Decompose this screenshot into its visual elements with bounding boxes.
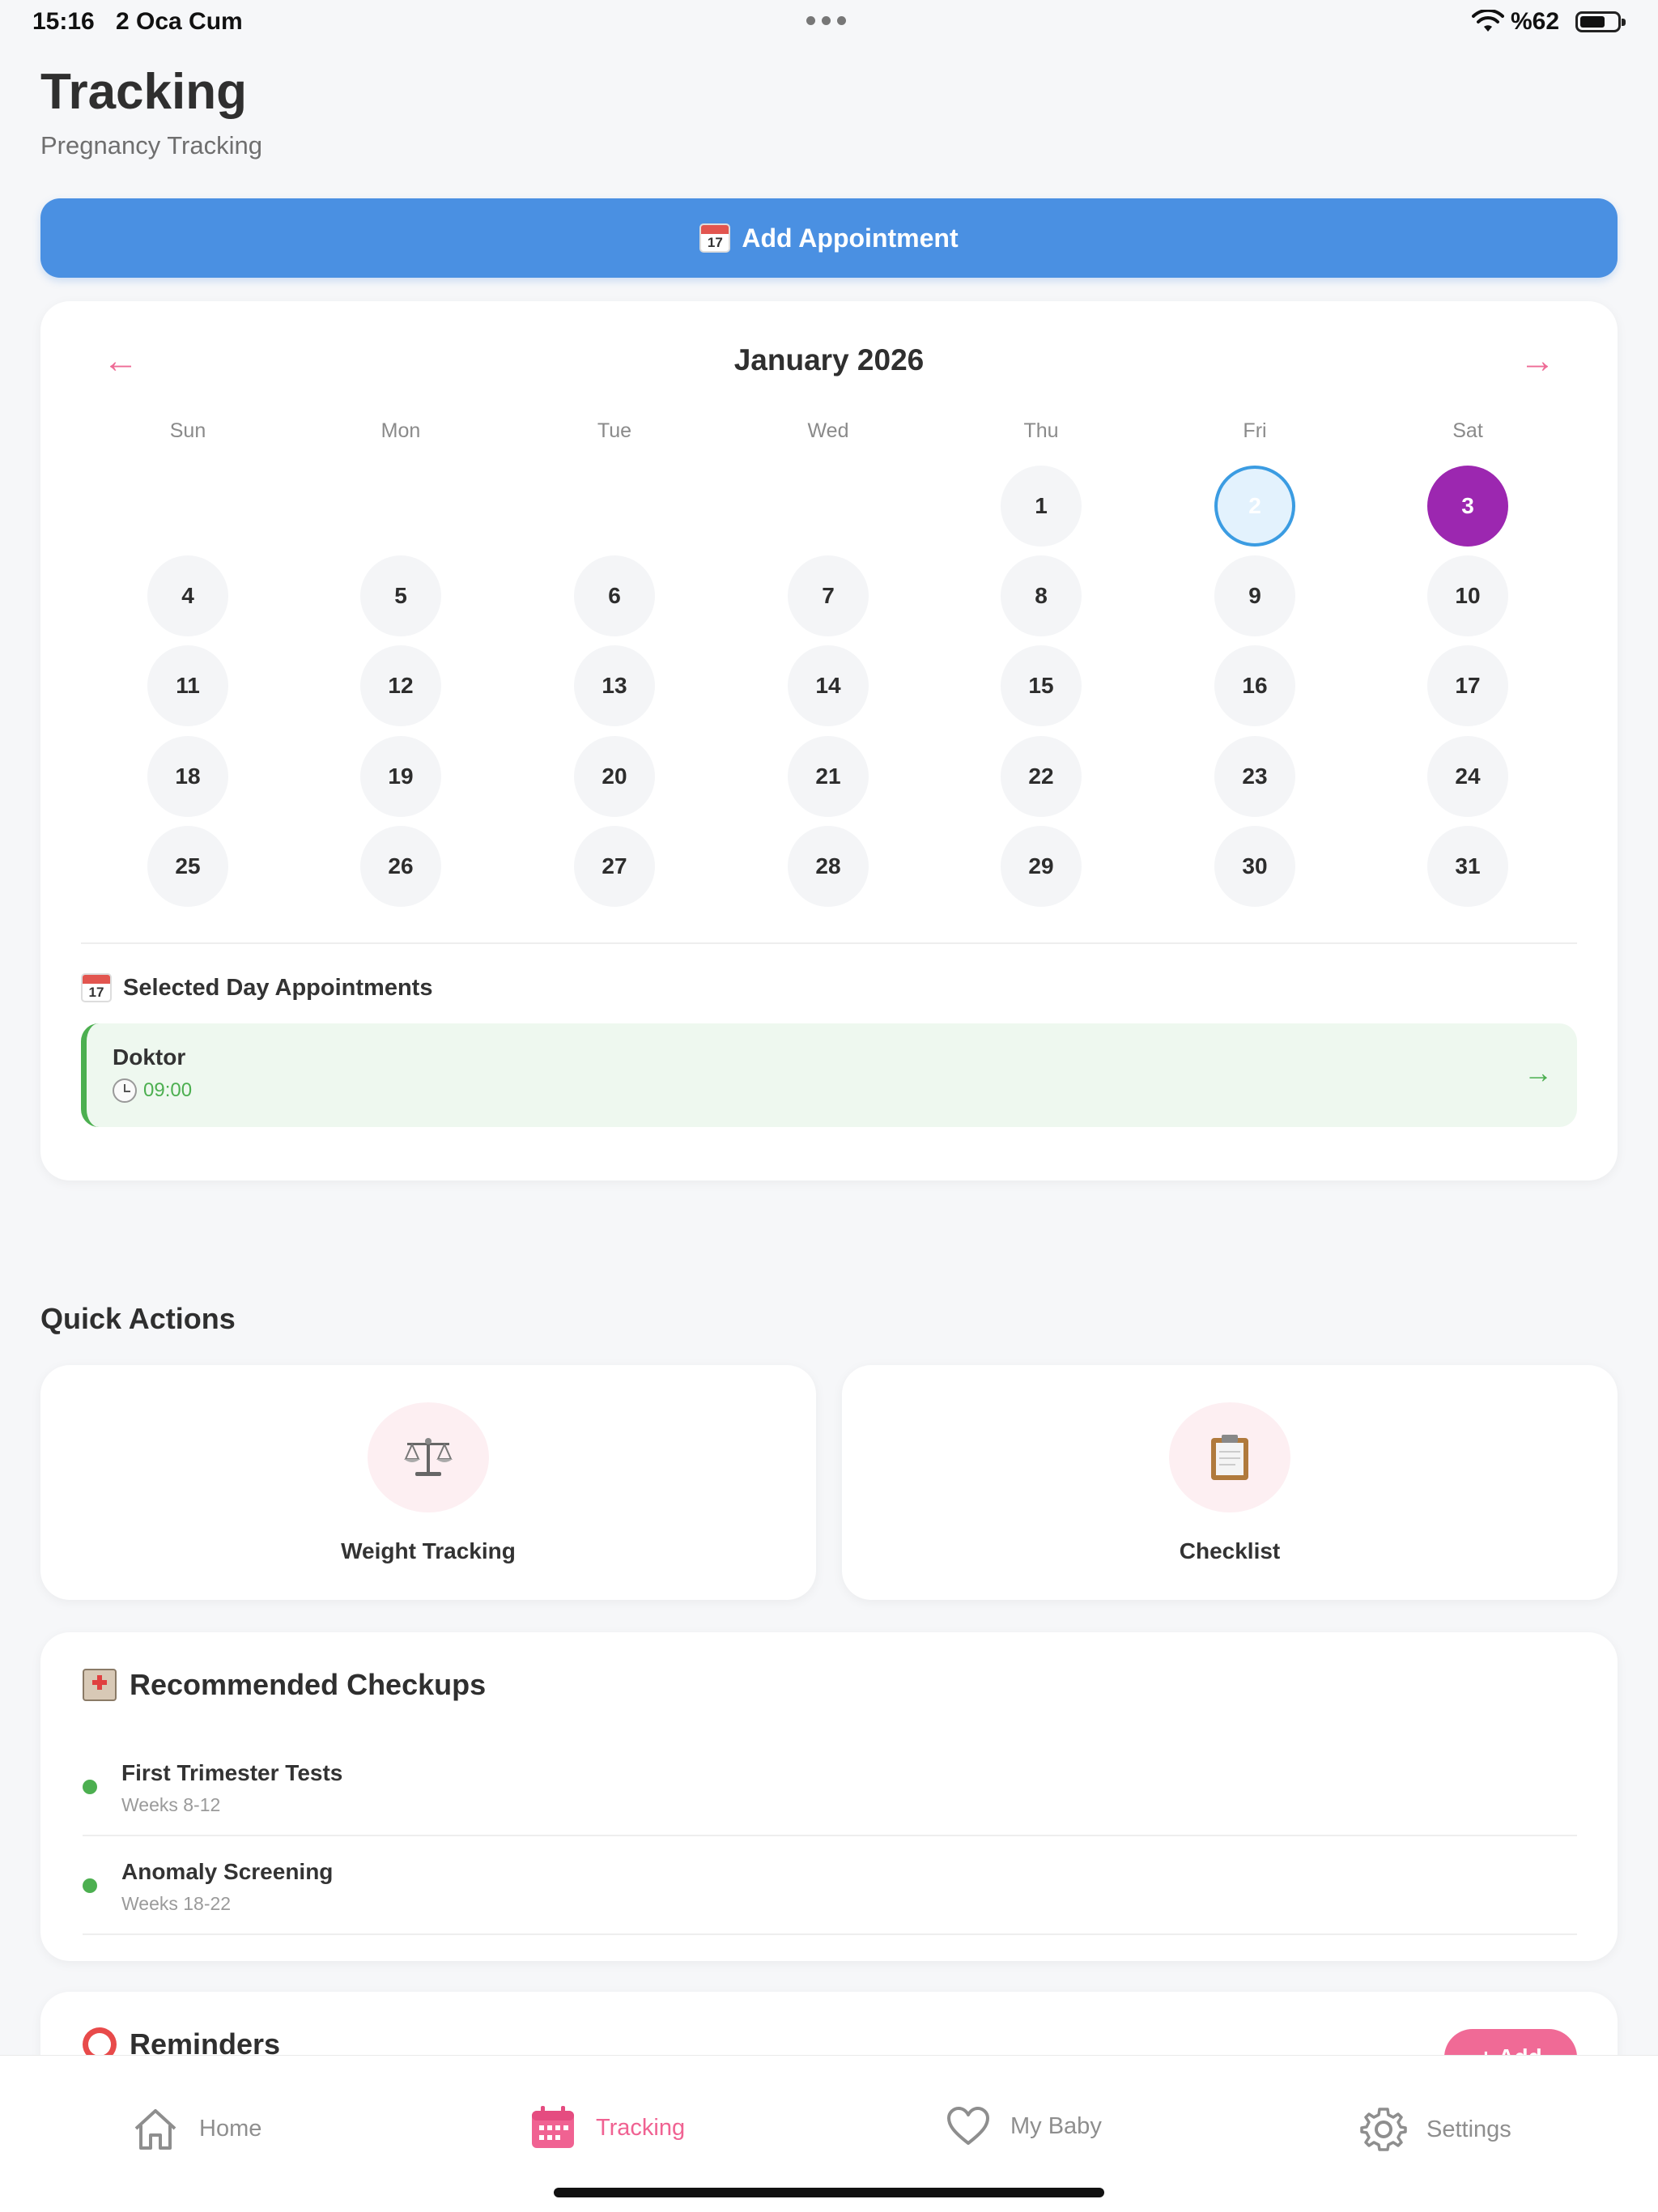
weekday-label: Tue [597, 419, 632, 442]
arrow-right-icon: → [1520, 341, 1555, 381]
appointment-time-row: 09:00 [113, 1078, 192, 1103]
tab-tracking-label: Tracking [596, 2114, 686, 2141]
calendar-day[interactable]: 7 [788, 555, 869, 636]
tab-home-label: Home [199, 2115, 262, 2142]
battery-percent: %62 [1511, 8, 1560, 35]
calendar-day[interactable]: 22 [1001, 736, 1082, 817]
calendar-day[interactable]: 1 [1001, 466, 1082, 547]
calendar-day[interactable]: 28 [788, 826, 869, 907]
status-bar: 15:16 2 Oca Cum %62 [0, 0, 1658, 45]
checkup-item[interactable]: Anomaly Screening Weeks 18-22 [83, 1836, 1577, 1935]
calendar-day[interactable]: 27 [574, 826, 655, 907]
calendar-icon: 17 [81, 973, 112, 1002]
calendar-day-selected[interactable]: 3 [1427, 466, 1508, 547]
selected-day-header: 17 Selected Day Appointments [81, 973, 432, 1002]
calendar-day[interactable]: 9 [1214, 555, 1295, 636]
quick-actions-title: Quick Actions [40, 1302, 236, 1335]
tab-home[interactable]: Home [131, 2106, 261, 2151]
calendar-day[interactable]: 13 [574, 645, 655, 726]
wifi-icon [1472, 10, 1504, 32]
calendar-day[interactable]: 17 [1427, 645, 1508, 726]
calendar-day[interactable]: 24 [1427, 736, 1508, 817]
checklist-label: Checklist [1179, 1538, 1281, 1563]
calendar-day[interactable]: 10 [1427, 555, 1508, 636]
checkup-name: First Trimester Tests [121, 1760, 343, 1785]
calendar-icon [532, 2106, 574, 2148]
calendar-day[interactable]: 14 [788, 645, 869, 726]
add-appointment-button[interactable]: 17 Add Appointment [40, 198, 1618, 278]
hospital-icon [83, 1669, 117, 1701]
recommended-checkups-header: Recommended Checkups [83, 1668, 486, 1702]
calendar-day[interactable]: 5 [360, 555, 441, 636]
weight-tracking-card[interactable]: Weight Tracking [40, 1365, 816, 1600]
calendar-card: ← January 2026 → Sun Mon Tue Wed Thu Fri Sat 1… [40, 301, 1618, 1180]
tab-tracking[interactable]: Tracking [529, 2106, 685, 2150]
gear-icon [1360, 2108, 1407, 2151]
recommended-checkups-card: Recommended Checkups First Trimester Tes… [40, 1632, 1618, 1961]
calendar-day[interactable]: 16 [1214, 645, 1295, 726]
calendar-day[interactable]: 15 [1001, 645, 1082, 726]
appointment-time: 09:00 [143, 1079, 193, 1101]
selected-day-title: Selected Day Appointments [123, 974, 433, 1001]
checkup-item[interactable]: First Trimester Tests Weeks 8-12 [83, 1738, 1577, 1836]
checkup-name: Anomaly Screening [121, 1859, 334, 1884]
weekday-label: Mon [380, 419, 421, 442]
calendar-day[interactable]: 20 [574, 736, 655, 817]
weekday-label: Sat [1452, 419, 1483, 442]
clipboard-icon [1169, 1402, 1290, 1512]
calendar-day[interactable]: 30 [1214, 826, 1295, 907]
page-subtitle: Pregnancy Tracking [40, 131, 262, 160]
calendar-day[interactable]: 4 [147, 555, 228, 636]
status-date: 2 Oca Cum [116, 8, 243, 35]
calendar-day[interactable]: 21 [788, 736, 869, 817]
status-time: 15:16 [32, 8, 95, 35]
tab-my-baby[interactable]: My Baby [946, 2106, 1102, 2146]
status-dot-icon [83, 1780, 97, 1794]
calendar-day[interactable]: 26 [360, 826, 441, 907]
weight-tracking-label: Weight Tracking [341, 1538, 516, 1563]
appointment-item[interactable]: Doktor 09:00 → [81, 1023, 1577, 1127]
tab-my-baby-label: My Baby [1010, 2112, 1102, 2139]
calendar-day[interactable]: 31 [1427, 826, 1508, 907]
recommended-checkups-title: Recommended Checkups [130, 1668, 487, 1701]
add-appointment-label: Add Appointment [742, 223, 959, 253]
appointment-name: Doktor [113, 1044, 186, 1070]
status-dot-icon [83, 1878, 97, 1893]
scale-icon [368, 1402, 489, 1512]
calendar-day[interactable]: 25 [147, 826, 228, 907]
multitasking-dots-icon[interactable] [806, 16, 846, 25]
calendar-day[interactable]: 12 [360, 645, 441, 726]
heart-icon [947, 2107, 989, 2145]
weekday-label: Fri [1243, 419, 1267, 442]
battery-icon [1575, 11, 1626, 32]
next-month-button[interactable]: → [1519, 343, 1556, 379]
arrow-right-icon: → [1524, 1056, 1553, 1089]
weekday-label: Sun [169, 419, 206, 442]
home-indicator [554, 2188, 1104, 2197]
home-icon [134, 2109, 176, 2150]
calendar-day[interactable]: 19 [360, 736, 441, 817]
calendar-day[interactable]: 8 [1001, 555, 1082, 636]
calendar-day[interactable]: 29 [1001, 826, 1082, 907]
clock-icon [113, 1078, 137, 1103]
checkup-weeks: Weeks 18-22 [121, 1893, 232, 1914]
page-title: Tracking [40, 64, 247, 120]
weekday-label: Thu [1023, 419, 1059, 442]
tab-settings-label: Settings [1426, 2116, 1511, 2142]
calendar-day[interactable]: 11 [147, 645, 228, 726]
calendar-day[interactable]: 6 [574, 555, 655, 636]
calendar-day[interactable]: 23 [1214, 736, 1295, 817]
checklist-card[interactable]: Checklist [842, 1365, 1618, 1600]
weekday-label: Wed [807, 419, 849, 442]
calendar-day[interactable]: 18 [147, 736, 228, 817]
calendar-icon: 17 [699, 223, 731, 253]
divider [81, 942, 1577, 944]
month-title: January 2026 [733, 343, 925, 376]
tab-settings[interactable]: Settings [1360, 2106, 1511, 2153]
checkup-weeks: Weeks 8-12 [121, 1794, 221, 1815]
calendar-day-today[interactable]: 2 [1214, 466, 1295, 547]
